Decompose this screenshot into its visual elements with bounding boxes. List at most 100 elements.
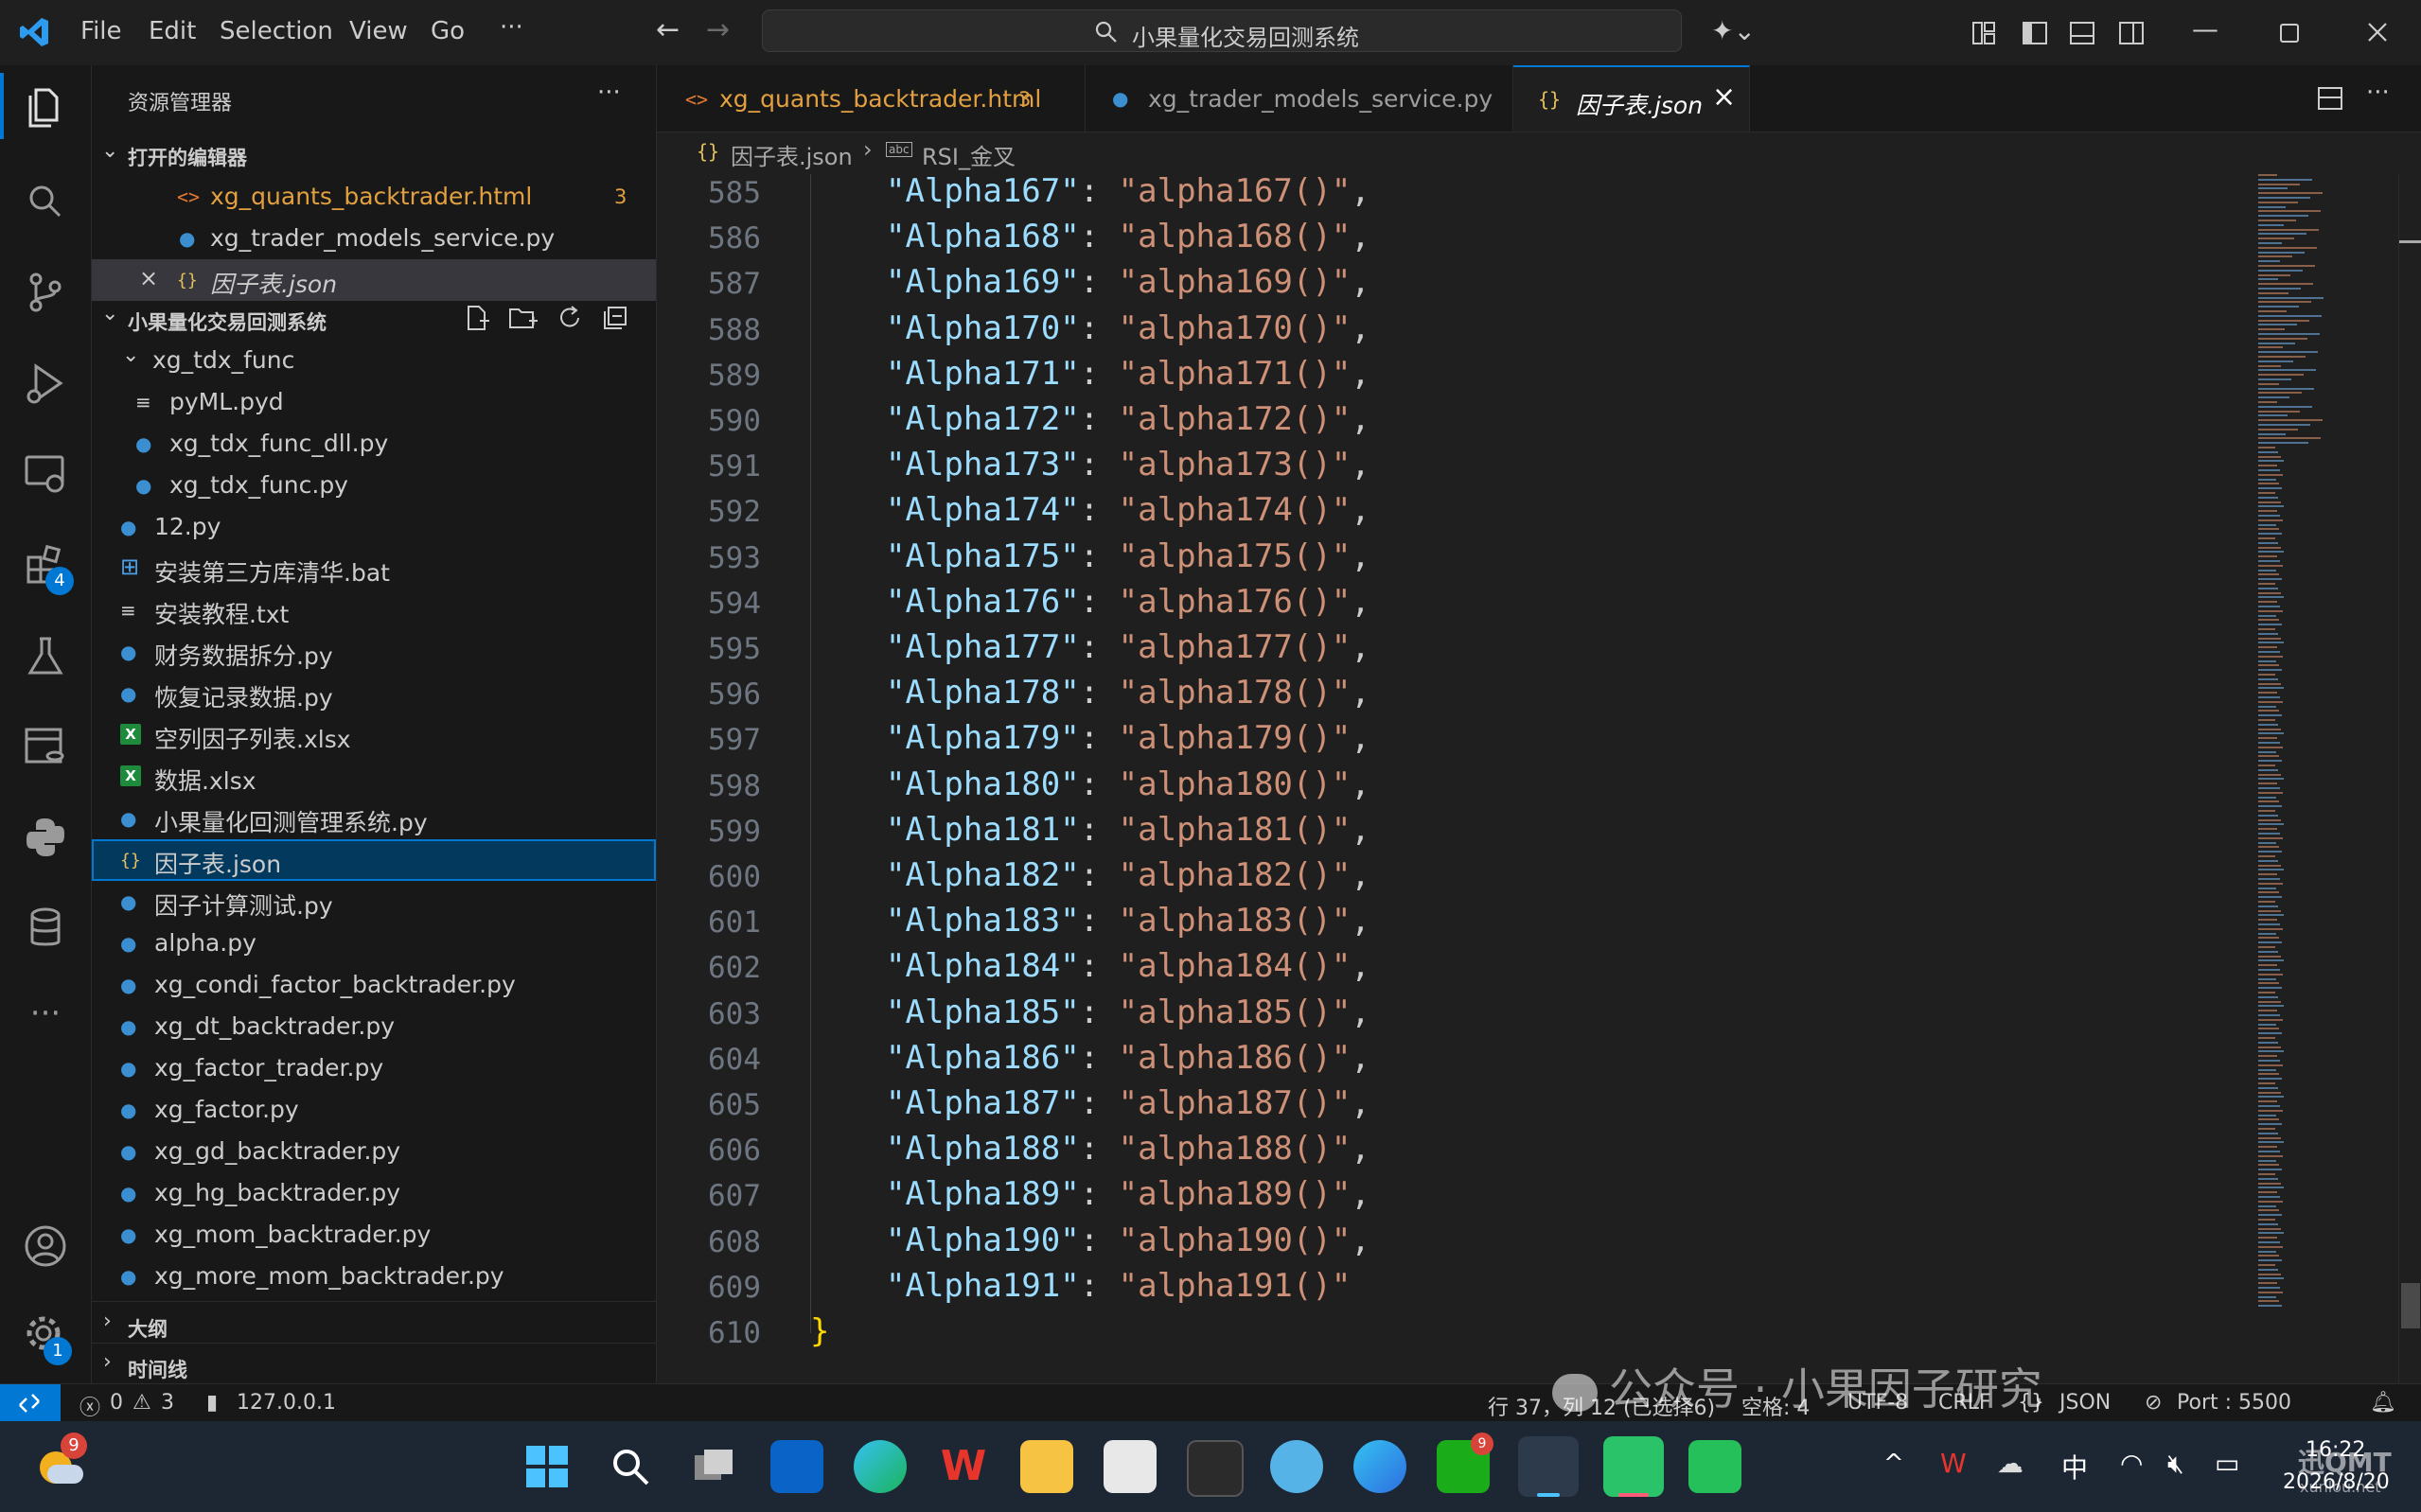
code-line[interactable]: "Alpha184": "alpha184()", <box>886 947 1370 985</box>
file-tree-item[interactable]: ≡ 安装教程.txt <box>92 589 656 631</box>
toggle-sidebar-icon[interactable] <box>2022 21 2048 45</box>
edge-ai-icon[interactable] <box>1353 1440 1406 1493</box>
file-tree-item[interactable]: ● 财务数据拆分.py <box>92 631 656 673</box>
code-line[interactable]: "Alpha168": "alpha168()", <box>886 218 1370 255</box>
minimize-icon[interactable]: — <box>2192 13 2218 44</box>
editor-more-icon[interactable]: ··· <box>2366 79 2390 107</box>
code-line[interactable]: "Alpha172": "alpha172()", <box>886 400 1370 438</box>
outlook-icon[interactable] <box>770 1440 823 1493</box>
file-tree-item[interactable]: ● xg_dt_backtrader.py <box>92 1006 656 1047</box>
code-line[interactable]: "Alpha178": "alpha178()", <box>886 674 1370 712</box>
vertical-scrollbar[interactable] <box>2398 174 2421 1383</box>
chevron-up-icon[interactable]: ^ <box>1883 1450 1904 1478</box>
chevron-down-icon[interactable]: ⌄ <box>101 302 118 325</box>
code-line[interactable]: "Alpha185": "alpha185()", <box>886 993 1370 1031</box>
explorer-more-icon[interactable]: ··· <box>597 79 621 107</box>
code-line[interactable]: "Alpha171": "alpha171()", <box>886 355 1370 393</box>
code-line[interactable]: "Alpha175": "alpha175()", <box>886 537 1370 575</box>
file-tree-item[interactable]: ● xg_factor_trader.py <box>92 1047 656 1089</box>
file-tree-item[interactable]: {} 因子表.json <box>92 839 656 881</box>
code-line[interactable]: "Alpha190": "alpha190()", <box>886 1222 1370 1259</box>
notifications-bell-icon[interactable]: 🔔︎ <box>2370 1391 2396 1415</box>
code-editor[interactable]: 584"Alpha166": "alpha166()",585"Alpha167… <box>657 174 2421 1383</box>
errors-count[interactable]: 0 <box>110 1391 123 1415</box>
weather-widget-icon[interactable]: 9 <box>34 1433 87 1493</box>
code-line[interactable]: "Alpha189": "alpha189()", <box>886 1175 1370 1213</box>
chevron-right-icon[interactable]: › <box>103 1350 112 1374</box>
code-line[interactable]: "Alpha181": "alpha181()", <box>886 811 1370 849</box>
volume-muted-icon[interactable]: 🔇︎ <box>2167 1448 2184 1480</box>
taskbar-search-icon[interactable] <box>604 1440 657 1493</box>
open-editor-item-active[interactable]: × {} 因子表.json <box>92 259 656 301</box>
language-mode[interactable]: JSON <box>2059 1391 2111 1415</box>
new-folder-icon[interactable] <box>508 304 539 332</box>
file-tree-item[interactable]: ● xg_gd_backtrader.py <box>92 1131 656 1172</box>
vscode-logo-icon[interactable] <box>17 15 51 49</box>
file-tree-item[interactable]: ● xg_more_mom_backtrader.py <box>92 1256 656 1297</box>
closing-brace[interactable]: } <box>810 1312 829 1350</box>
maximize-icon[interactable] <box>2279 23 2300 44</box>
file-tree-item[interactable]: ⊞ 安装第三方库清华.bat <box>92 548 656 589</box>
scrollbar-thumb[interactable] <box>2401 1283 2420 1328</box>
code-line[interactable]: "Alpha180": "alpha180()", <box>886 765 1370 803</box>
wps-icon[interactable]: W <box>937 1440 990 1493</box>
code-line[interactable]: "Alpha170": "alpha170()", <box>886 309 1370 347</box>
menu-edit[interactable]: Edit <box>149 17 196 45</box>
breadcrumb-file[interactable]: 因子表.json <box>731 138 853 171</box>
file-explorer-icon[interactable] <box>1020 1440 1073 1493</box>
vscode-taskbar-icon[interactable] <box>1518 1436 1579 1497</box>
file-tree-item[interactable]: ● xg_tdx_func_dll.py <box>92 423 656 465</box>
file-tree-item[interactable]: ● xg_hg_backtrader.py <box>92 1172 656 1214</box>
refresh-icon[interactable] <box>556 304 584 332</box>
explorer-icon[interactable] <box>17 79 74 135</box>
wifi-icon[interactable]: ◠ <box>2120 1448 2143 1479</box>
code-line[interactable]: "Alpha191": "alpha191()" <box>886 1267 1351 1305</box>
paint-icon[interactable] <box>1270 1440 1323 1493</box>
command-center-search[interactable]: 小果量化交易回测系统 <box>762 9 1682 52</box>
close-window-icon[interactable] <box>2366 21 2389 44</box>
battery-icon[interactable]: ▭ <box>2215 1448 2239 1479</box>
split-editor-icon[interactable] <box>2317 86 2343 111</box>
open-editors-title[interactable]: 打开的编辑器 <box>128 143 247 171</box>
menu-more[interactable]: ··· <box>500 13 523 42</box>
code-line[interactable]: "Alpha176": "alpha176()", <box>886 583 1370 621</box>
code-line[interactable]: "Alpha187": "alpha187()", <box>886 1084 1370 1122</box>
chevron-down-icon[interactable]: ⌄ <box>101 139 118 163</box>
file-tree-item[interactable]: ● 小果量化回测管理系统.py <box>92 798 656 839</box>
code-line[interactable]: "Alpha186": "alpha186()", <box>886 1039 1370 1077</box>
timeline-title[interactable]: 时间线 <box>128 1355 187 1383</box>
toggle-panel-icon[interactable] <box>2069 21 2095 45</box>
folder-item[interactable]: ⌄ xg_tdx_func <box>92 340 656 381</box>
file-tree-item[interactable]: ● xg_tdx_func.py <box>92 465 656 506</box>
new-file-icon[interactable] <box>463 304 491 332</box>
copilot-icon[interactable]: ✦⌄ <box>1711 15 1756 46</box>
file-tree-item[interactable]: ● xg_condi_factor_backtrader.py <box>92 964 656 1006</box>
database-icon[interactable] <box>17 900 74 957</box>
source-control-icon[interactable] <box>17 264 74 321</box>
chevron-right-icon[interactable]: › <box>103 1310 112 1333</box>
project-title[interactable]: 小果量化交易回测系统 <box>128 308 327 336</box>
collapse-all-icon[interactable] <box>601 304 629 332</box>
code-line[interactable]: "Alpha179": "alpha179()", <box>886 719 1370 757</box>
unity-icon[interactable] <box>1187 1440 1244 1497</box>
code-line[interactable]: "Alpha188": "alpha188()", <box>886 1130 1370 1168</box>
edge-icon[interactable] <box>854 1440 907 1493</box>
live-server-host[interactable]: 127.0.0.1 <box>237 1391 336 1415</box>
forward-arrow-icon[interactable]: → <box>706 13 730 46</box>
python-icon[interactable] <box>17 809 74 866</box>
file-tree-item[interactable]: ● xg_factor.py <box>92 1089 656 1131</box>
wechat-work-icon[interactable]: 9 <box>1437 1433 1493 1493</box>
wps-tray-icon[interactable]: W <box>1940 1448 1967 1479</box>
close-editor-icon[interactable]: × <box>139 265 158 291</box>
warnings-count[interactable]: 3 <box>161 1391 174 1415</box>
errors-icon[interactable]: ⓧ <box>80 1391 100 1421</box>
breadcrumb-symbol[interactable]: RSI_金叉 <box>922 138 1016 171</box>
back-arrow-icon[interactable]: ← <box>656 13 680 46</box>
open-editor-item[interactable]: ● xg_trader_models_service.py <box>92 218 656 259</box>
cloud-sync-icon[interactable]: ☁ <box>1997 1448 2023 1479</box>
accounts-icon[interactable] <box>17 1218 74 1275</box>
ime-indicator[interactable]: 中 <box>2061 1448 2088 1486</box>
menu-file[interactable]: File <box>80 17 122 45</box>
search-icon[interactable] <box>17 173 74 230</box>
broadcast-icon[interactable]: ▮ <box>206 1391 218 1415</box>
